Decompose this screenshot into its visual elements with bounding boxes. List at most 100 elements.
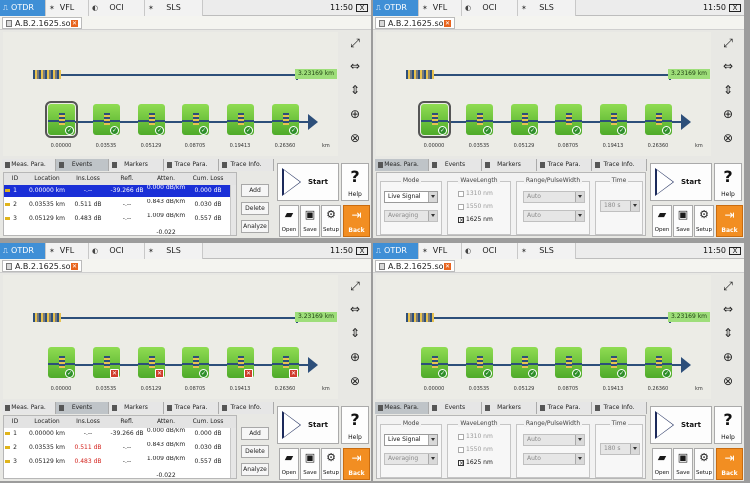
close-icon[interactable]: ✕ bbox=[444, 263, 451, 270]
event-6[interactable]: ✕ bbox=[272, 347, 299, 378]
file-tab[interactable]: A.B.2.1625.sor ✕ bbox=[2, 17, 82, 29]
zoom-out-horizontal-icon[interactable]: ⇔ bbox=[718, 57, 738, 75]
table-row[interactable]: 3 0.05129 km 0.483 dB -.-- 1.009 dB/km 0… bbox=[4, 456, 236, 468]
tab-trace-info[interactable]: Trace Info. bbox=[219, 402, 274, 414]
event-5[interactable]: ✕ bbox=[227, 347, 254, 378]
event-2[interactable]: ✓ bbox=[466, 104, 493, 135]
event-4[interactable]: ✓ bbox=[182, 104, 209, 135]
tab-otdr[interactable]: ⎍ OTDR bbox=[0, 243, 46, 259]
tab-oci[interactable]: ◐ OCI bbox=[462, 0, 518, 16]
zoom-out-horizontal-icon[interactable]: ⇔ bbox=[718, 300, 738, 318]
tab-trace-para[interactable]: Trace Para. bbox=[164, 402, 219, 414]
start-button[interactable]: Start bbox=[277, 163, 339, 201]
event-1[interactable]: ✓ bbox=[45, 101, 78, 138]
trace-graph[interactable]: 3.23169 km ✓ ✓ ✓ ✓ ✓ ✓ 0.00000 0.03535 0… bbox=[3, 32, 338, 156]
table-row[interactable]: 3 0.05129 km 0.483 dB -.-- 1.009 dB/km 0… bbox=[4, 213, 236, 225]
wavelength-1625-checkbox[interactable]: × 1625 nm bbox=[458, 215, 493, 224]
mode-select[interactable]: Live Signal bbox=[384, 191, 438, 203]
tab-trace-para[interactable]: Trace Para. bbox=[537, 402, 592, 414]
zoom-vertical-icon[interactable]: ⇕ bbox=[718, 324, 738, 342]
back-button[interactable]: ⇥ Back bbox=[343, 205, 370, 237]
save-button[interactable]: ▣ Save bbox=[673, 448, 693, 480]
zoom-vertical-icon[interactable]: ⇕ bbox=[345, 324, 365, 342]
open-button[interactable]: ▰ Open bbox=[279, 448, 299, 480]
zoom-reset-icon[interactable]: ⊗ bbox=[345, 129, 365, 147]
zoom-in-horizontal-icon[interactable]: ⤢ bbox=[345, 34, 365, 52]
close-icon[interactable]: ✕ bbox=[71, 20, 78, 27]
open-button[interactable]: ▰ Open bbox=[652, 205, 672, 237]
analyze-button[interactable]: Analyze bbox=[241, 220, 269, 233]
tab-sls[interactable]: ✶ SLS bbox=[518, 0, 576, 16]
event-4[interactable]: ✓ bbox=[182, 347, 209, 378]
event-5[interactable]: ✓ bbox=[600, 347, 627, 378]
setup-button[interactable]: ⚙ Setup bbox=[694, 448, 714, 480]
event-6[interactable]: ✓ bbox=[645, 104, 672, 135]
file-tab[interactable]: A.B.2.1625.sor ✕ bbox=[375, 260, 455, 272]
start-button[interactable]: Start bbox=[277, 406, 339, 444]
tab-meas-para[interactable]: Meas. Para. bbox=[375, 159, 429, 171]
wavelength-1550-checkbox[interactable]: 1550 nm bbox=[458, 445, 493, 454]
zoom-out-horizontal-icon[interactable]: ⇔ bbox=[345, 57, 365, 75]
event-5[interactable]: ✓ bbox=[600, 104, 627, 135]
zoom-fit-icon[interactable]: ⊕ bbox=[345, 348, 365, 366]
tab-trace-para[interactable]: Trace Para. bbox=[537, 159, 592, 171]
setup-button[interactable]: ⚙ Setup bbox=[321, 448, 341, 480]
table-row[interactable]: 2 0.03535 km 0.511 dB -.-- 0.843 dB/km 0… bbox=[4, 442, 236, 454]
tab-trace-info[interactable]: Trace Info. bbox=[219, 159, 274, 171]
tab-markers[interactable]: Markers bbox=[109, 402, 164, 414]
zoom-fit-icon[interactable]: ⊕ bbox=[718, 105, 738, 123]
event-6[interactable]: ✓ bbox=[272, 104, 299, 135]
zoom-fit-icon[interactable]: ⊕ bbox=[345, 105, 365, 123]
file-tab[interactable]: A.B.2.1625.sor ✕ bbox=[2, 260, 82, 272]
back-button[interactable]: ⇥ Back bbox=[716, 448, 743, 480]
help-button[interactable]: ? Help bbox=[714, 163, 742, 201]
tab-otdr[interactable]: ⎍ OTDR bbox=[373, 243, 419, 259]
tab-vfl[interactable]: ✶ VFL bbox=[419, 0, 462, 16]
wavelength-1550-checkbox[interactable]: 1550 nm bbox=[458, 202, 493, 211]
tab-markers[interactable]: Markers bbox=[482, 402, 537, 414]
event-3[interactable]: ✕ bbox=[138, 347, 165, 378]
setup-button[interactable]: ⚙ Setup bbox=[694, 205, 714, 237]
tab-oci[interactable]: ◐ OCI bbox=[89, 0, 145, 16]
event-2[interactable]: ✕ bbox=[93, 347, 120, 378]
tab-trace-para[interactable]: Trace Para. bbox=[164, 159, 219, 171]
tab-sls[interactable]: ✶ SLS bbox=[145, 243, 203, 259]
zoom-vertical-icon[interactable]: ⇕ bbox=[345, 81, 365, 99]
tab-meas-para[interactable]: Meas. Para. bbox=[375, 402, 429, 414]
event-1[interactable]: ✓ bbox=[418, 101, 451, 138]
event-4[interactable]: ✓ bbox=[555, 347, 582, 378]
help-button[interactable]: ? Help bbox=[341, 406, 369, 444]
tab-sls[interactable]: ✶ SLS bbox=[145, 0, 203, 16]
add-button[interactable]: Add bbox=[241, 427, 269, 440]
wavelength-1310-checkbox[interactable]: 1310 nm bbox=[458, 189, 493, 198]
zoom-fit-icon[interactable]: ⊕ bbox=[718, 348, 738, 366]
table-row[interactable]: 1 0.00000 km -.-- -39.266 dB 0.000 dB/km… bbox=[4, 428, 236, 440]
zoom-reset-icon[interactable]: ⊗ bbox=[718, 372, 738, 390]
event-3[interactable]: ✓ bbox=[511, 347, 538, 378]
tab-otdr[interactable]: ⎍ OTDR bbox=[0, 0, 46, 16]
tab-vfl[interactable]: ✶ VFL bbox=[46, 0, 89, 16]
zoom-reset-icon[interactable]: ⊗ bbox=[718, 129, 738, 147]
tab-events[interactable]: Events bbox=[429, 402, 482, 414]
tab-sls[interactable]: ✶ SLS bbox=[518, 243, 576, 259]
add-button[interactable]: Add bbox=[241, 184, 269, 197]
tab-events[interactable]: Events bbox=[429, 159, 482, 171]
save-button[interactable]: ▣ Save bbox=[300, 205, 320, 237]
event-3[interactable]: ✓ bbox=[138, 104, 165, 135]
help-button[interactable]: ? Help bbox=[341, 163, 369, 201]
tab-markers[interactable]: Markers bbox=[482, 159, 537, 171]
event-1[interactable]: ✓ bbox=[48, 347, 75, 378]
wavelength-1310-checkbox[interactable]: 1310 nm bbox=[458, 432, 493, 441]
zoom-in-horizontal-icon[interactable]: ⤢ bbox=[718, 34, 738, 52]
open-button[interactable]: ▰ Open bbox=[652, 448, 672, 480]
tab-oci[interactable]: ◐ OCI bbox=[462, 243, 518, 259]
tab-trace-info[interactable]: Trace Info. bbox=[592, 402, 647, 414]
start-button[interactable]: Start bbox=[650, 406, 712, 444]
tab-events[interactable]: Events bbox=[56, 159, 109, 171]
trace-graph[interactable]: 3.23169 km ✓ ✓ ✓ ✓ ✓ ✓ 0.00000 0.03535 0… bbox=[376, 275, 711, 399]
table-scrollbar[interactable] bbox=[230, 428, 236, 478]
open-button[interactable]: ▰ Open bbox=[279, 205, 299, 237]
table-row[interactable]: 1 0.00000 km -.-- -39.266 dB 0.000 dB/km… bbox=[4, 185, 236, 197]
delete-button[interactable]: Delete bbox=[241, 202, 269, 215]
back-button[interactable]: ⇥ Back bbox=[716, 205, 743, 237]
